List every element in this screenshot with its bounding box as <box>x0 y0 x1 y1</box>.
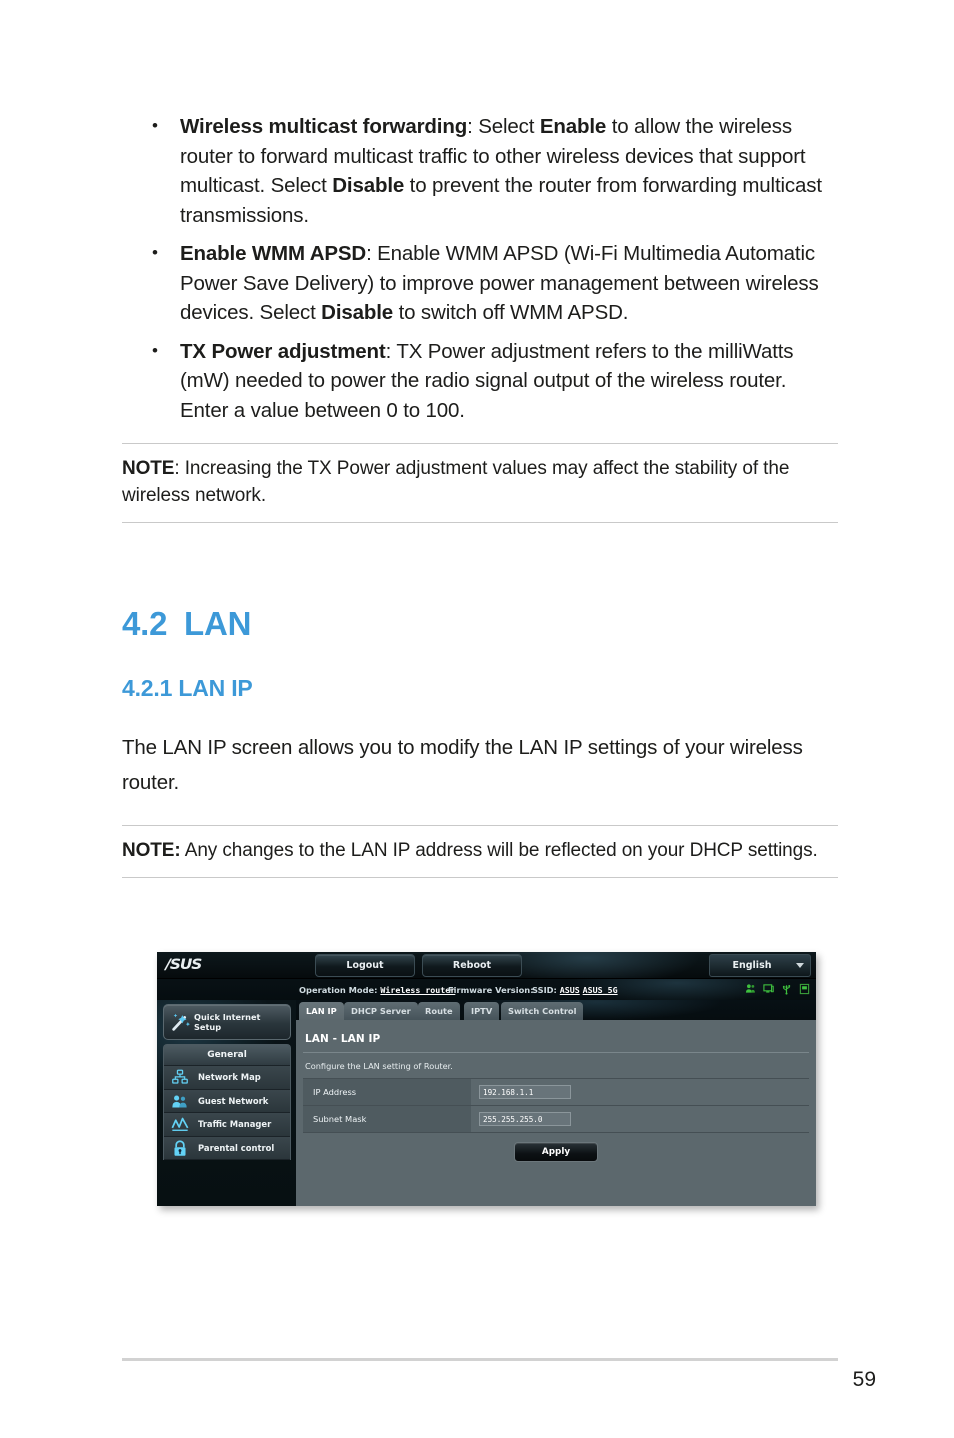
chevron-down-icon <box>796 963 804 968</box>
router-topbar: /SUS Logout Reboot English <box>157 952 816 979</box>
sidebar-item-network-map[interactable]: Network Map <box>164 1066 290 1090</box>
printer-icon[interactable] <box>799 983 810 995</box>
note-body: : Increasing the TX Power adjustment val… <box>122 458 790 506</box>
panel-title: LAN - LAN IP <box>305 1033 381 1045</box>
router-main-area: LAN IP DHCP Server Route IPTV Switch Con… <box>296 1000 816 1206</box>
ssid-24g[interactable]: ASUS <box>560 985 580 995</box>
monitor-icon[interactable] <box>763 983 774 995</box>
note-box-1: NOTE: Increasing the TX Power adjustment… <box>122 443 838 523</box>
firmware-version: Firmware Version: <box>448 985 534 995</box>
list-item: Enable WMM APSD: Enable WMM APSD (Wi-Fi … <box>122 238 838 328</box>
status-icon-group <box>745 983 810 995</box>
subnet-mask-label: Subnet Mask <box>303 1106 471 1132</box>
bullet-emphasis: Enable <box>539 115 607 138</box>
sidebar-item-label: Guest Network <box>198 1095 269 1106</box>
reboot-button[interactable]: Reboot <box>422 954 522 977</box>
usb-icon[interactable] <box>781 983 792 995</box>
section-title: LAN <box>184 605 252 642</box>
lan-ip-panel: LAN - LAN IP Configure the LAN setting o… <box>296 1020 816 1206</box>
router-status-strip: Operation Mode: Wireless router Firmware… <box>157 979 816 1001</box>
note-body: Any changes to the LAN IP address will b… <box>180 840 818 861</box>
language-selector[interactable]: English <box>709 954 811 977</box>
tab-route[interactable]: Route <box>418 1002 460 1020</box>
router-ui-screenshot: /SUS Logout Reboot English Operation Mod… <box>157 952 816 1206</box>
sidebar-item-guest-network[interactable]: Guest Network <box>164 1089 290 1113</box>
asus-logo: /SUS <box>165 957 202 973</box>
parental-control-icon <box>174 1139 186 1156</box>
ip-address-label: IP Address <box>303 1079 471 1105</box>
sidebar-item-quick-internet-setup[interactable]: Quick Internet Setup <box>163 1004 291 1040</box>
firmware-version-label: Firmware Version: <box>448 985 534 995</box>
operation-mode-value[interactable]: Wireless router <box>380 985 455 995</box>
guest-network-icon <box>172 1095 187 1107</box>
panel-description: Configure the LAN setting of Router. <box>305 1061 453 1071</box>
language-label: English <box>732 960 772 971</box>
operation-mode-label: Operation Mode: <box>299 985 378 995</box>
table-row: IP Address 192.168.1.1 <box>303 1079 809 1106</box>
router-sidebar: Quick Internet Setup General Network Map <box>157 1000 296 1206</box>
logout-button[interactable]: Logout <box>315 954 415 977</box>
list-item: TX Power adjustment: TX Power adjustment… <box>122 336 838 426</box>
subnet-mask-cell: 255.255.255.0 <box>471 1106 809 1132</box>
bullet-text: to switch off WMM APSD. <box>393 301 629 324</box>
intro-paragraph: The LAN IP screen allows you to modify t… <box>122 736 803 794</box>
apply-button-row: Apply <box>303 1133 809 1162</box>
manual-page: Wireless multicast forwarding: Select En… <box>0 0 954 1438</box>
table-row: Subnet Mask 255.255.255.0 <box>303 1106 809 1133</box>
sidebar-item-label: Parental control <box>198 1142 275 1153</box>
bullet-emphasis: Disable <box>332 174 405 197</box>
note-label: NOTE <box>122 458 175 479</box>
note-box-2: NOTE: Any changes to the LAN IP address … <box>122 825 838 878</box>
clients-icon[interactable] <box>745 983 756 995</box>
tab-dhcp-server[interactable]: DHCP Server <box>344 1002 418 1020</box>
apply-button[interactable]: Apply <box>514 1142 598 1162</box>
sidebar-item-parental-control[interactable]: Parental control <box>164 1136 290 1160</box>
panel-divider <box>303 1052 809 1053</box>
sidebar-item-label: Network Map <box>198 1072 261 1082</box>
sidebar-group-general: General <box>164 1045 290 1066</box>
quick-setup-label: Quick Internet Setup <box>194 1012 261 1032</box>
ip-address-input[interactable]: 192.168.1.1 <box>479 1085 571 1099</box>
ssid-label: SSID: <box>532 985 557 995</box>
page-content: Wireless multicast forwarding: Select En… <box>122 111 838 878</box>
magic-wand-icon <box>172 1013 190 1031</box>
bullet-term: Enable WMM APSD <box>180 242 367 265</box>
tab-lan-ip[interactable]: LAN IP <box>299 1002 344 1020</box>
traffic-manager-icon <box>171 1117 189 1131</box>
bullet-term: TX Power adjustment <box>180 339 386 363</box>
tab-switch-control[interactable]: Switch Control <box>501 1002 584 1020</box>
bullet-list: Wireless multicast forwarding: Select En… <box>122 111 838 426</box>
page-number: 59 <box>852 1368 876 1391</box>
lan-settings-table: IP Address 192.168.1.1 Subnet Mask 255.2… <box>303 1078 809 1133</box>
operation-mode: Operation Mode: Wireless router <box>299 985 455 995</box>
list-item: Wireless multicast forwarding: Select En… <box>122 111 838 230</box>
network-map-icon <box>172 1069 188 1084</box>
sidebar-item-traffic-manager[interactable]: Traffic Manager <box>164 1113 290 1137</box>
ssid-info: SSID: ASUS ASUS_5G <box>532 985 618 995</box>
footer-divider <box>122 1358 838 1361</box>
page-title: 4.2 LAN <box>122 605 838 643</box>
subnet-mask-input[interactable]: 255.255.255.0 <box>479 1112 571 1126</box>
bullet-text: : Select <box>467 115 540 138</box>
sidebar-menu: General Network Map Guest Network Traffi… <box>163 1044 291 1160</box>
subsection-heading: 4.2.1 LAN IP <box>122 675 253 701</box>
note-label: NOTE: <box>122 840 181 861</box>
ip-address-cell: 192.168.1.1 <box>471 1079 809 1105</box>
tab-bar: LAN IP DHCP Server Route IPTV Switch Con… <box>296 1000 816 1020</box>
section-number: 4.2 <box>122 605 168 642</box>
tab-iptv[interactable]: IPTV <box>464 1002 500 1020</box>
bullet-term: Wireless multicast forwarding <box>180 115 468 138</box>
bullet-emphasis: Disable <box>321 301 394 324</box>
sidebar-item-label: Traffic Manager <box>198 1119 272 1129</box>
ssid-5g[interactable]: ASUS_5G <box>583 985 618 995</box>
